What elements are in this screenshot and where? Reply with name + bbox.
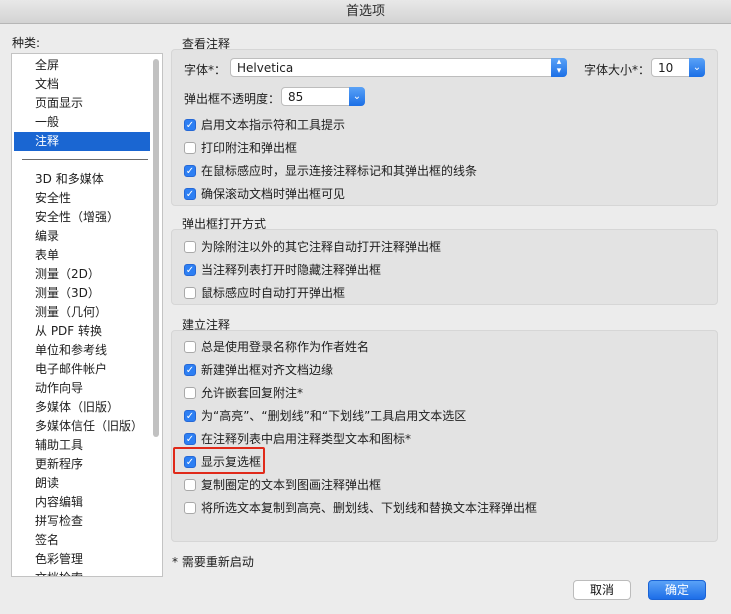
category-item-content-editing[interactable]: 内容编辑 <box>14 493 150 512</box>
option-label: 确保滚动文档时弹出框可见 <box>201 187 346 201</box>
category-item-spelling[interactable]: 拼写检查 <box>14 512 150 531</box>
category-item-signatures[interactable]: 签名 <box>14 531 150 550</box>
category-item-forms[interactable]: 表单 <box>14 246 150 265</box>
category-item-measuring-geo[interactable]: 测量（几何） <box>14 303 150 322</box>
updown-arrows-icon: ▴ ▾ <box>551 58 567 77</box>
category-item-security-enhanced[interactable]: 安全性（增强） <box>14 208 150 227</box>
checkbox[interactable]: ✓ <box>184 341 196 353</box>
option-label: 鼠标感应时自动打开弹出框 <box>201 286 346 300</box>
category-item-measuring-2d[interactable]: 测量（2D） <box>14 265 150 284</box>
checkbox[interactable]: ✓ <box>184 241 196 253</box>
category-item-reading[interactable]: 朗读 <box>14 474 150 493</box>
checkbox[interactable]: ✓ <box>184 433 196 445</box>
category-item-catalog[interactable]: 编录 <box>14 227 150 246</box>
restart-note: * 需要重新启动 <box>172 555 254 569</box>
checkbox[interactable]: ✓ <box>184 410 196 422</box>
option-label: 新建弹出框对齐文档边缘 <box>201 363 334 377</box>
category-item-units-guides[interactable]: 单位和参考线 <box>14 341 150 360</box>
font-select-value: Helvetica <box>237 61 294 75</box>
option-label: 复制圈定的文本到图画注释弹出框 <box>201 478 382 492</box>
font-select[interactable]: Helvetica ▴ ▾ <box>230 58 567 77</box>
category-item-general[interactable]: 一般 <box>14 113 150 132</box>
option-label: 在注释列表中启用注释类型文本和图标* <box>201 432 412 446</box>
category-item-fullscreen[interactable]: 全屏 <box>14 56 150 75</box>
option-label: 打印附注和弹出框 <box>201 141 298 155</box>
checkbox[interactable]: ✓ <box>184 142 196 154</box>
font-size-label: 字体大小*： <box>584 63 651 77</box>
category-divider <box>22 159 148 160</box>
option-label: 启用文本指示符和工具提示 <box>201 118 346 132</box>
category-item-measuring-3d[interactable]: 测量（3D） <box>14 284 150 303</box>
option-label: 在鼠标感应时，显示连接注释标记和其弹出框的线条 <box>201 164 478 178</box>
checkbox[interactable]: ✓ <box>184 502 196 514</box>
chevron-down-icon: ⌄ <box>689 58 705 77</box>
category-item-accessibility[interactable]: 辅助工具 <box>14 436 150 455</box>
category-item-multimedia-legacy[interactable]: 多媒体（旧版） <box>14 398 150 417</box>
checkbox[interactable]: ✓ <box>184 264 196 276</box>
chevron-down-icon: ⌄ <box>349 87 365 106</box>
font-label: 字体*： <box>184 63 227 77</box>
category-item-email-accounts[interactable]: 电子邮件帐户 <box>14 360 150 379</box>
category-item-commenting[interactable]: 注释 <box>14 132 150 151</box>
category-item-3d-multimedia[interactable]: 3D 和多媒体 <box>14 170 150 189</box>
category-item-color-management[interactable]: 色彩管理 <box>14 550 150 569</box>
window-title: 首选项 <box>0 0 731 24</box>
font-size-value: 10 <box>658 61 674 75</box>
category-item-updater[interactable]: 更新程序 <box>14 455 150 474</box>
option-label: 将所选文本复制到高亮、删划线、下划线和替换文本注释弹出框 <box>201 501 538 515</box>
category-item-multimedia-trust-legacy[interactable]: 多媒体信任（旧版） <box>14 417 150 436</box>
checkbox[interactable]: ✓ <box>184 387 196 399</box>
highlight-box <box>173 447 265 474</box>
cancel-button[interactable]: 取消 <box>573 580 631 600</box>
checkbox[interactable]: ✓ <box>184 165 196 177</box>
checkbox[interactable]: ✓ <box>184 188 196 200</box>
checkbox[interactable]: ✓ <box>184 119 196 131</box>
font-size-select[interactable]: 10 ⌄ <box>651 58 705 77</box>
category-item-convert-from-pdf[interactable]: 从 PDF 转换 <box>14 322 150 341</box>
categories-label: 种类: <box>12 36 41 50</box>
option-label: 允许嵌套回复附注* <box>201 386 304 400</box>
checkbox[interactable]: ✓ <box>184 479 196 491</box>
option-label: 为“高亮”、“删划线”和“下划线”工具启用文本选区 <box>201 409 467 423</box>
category-item-page-display[interactable]: 页面显示 <box>14 94 150 113</box>
categories-scrollbar[interactable] <box>153 59 159 437</box>
option-label: 当注释列表打开时隐藏注释弹出框 <box>201 263 382 277</box>
category-item-action-wizard[interactable]: 动作向导 <box>14 379 150 398</box>
checkbox[interactable]: ✓ <box>184 287 196 299</box>
opacity-label: 弹出框不透明度： <box>184 92 281 106</box>
ok-button[interactable]: 确定 <box>648 580 706 600</box>
option-label: 总是使用登录名称作为作者姓名 <box>201 340 370 354</box>
category-item-document-search[interactable]: 文档检索 <box>14 569 150 576</box>
category-item-documents[interactable]: 文档 <box>14 75 150 94</box>
checkbox[interactable]: ✓ <box>184 364 196 376</box>
opacity-value: 85 <box>288 90 304 104</box>
categories-list[interactable]: 全屏 文档 页面显示 一般 注释 3D 和多媒体 安全性 安全性（增强） 编录 … <box>11 53 163 577</box>
option-label: 为除附注以外的其它注释自动打开注释弹出框 <box>201 240 442 254</box>
category-item-security[interactable]: 安全性 <box>14 189 150 208</box>
opacity-select[interactable]: 85 ⌄ <box>281 87 365 106</box>
